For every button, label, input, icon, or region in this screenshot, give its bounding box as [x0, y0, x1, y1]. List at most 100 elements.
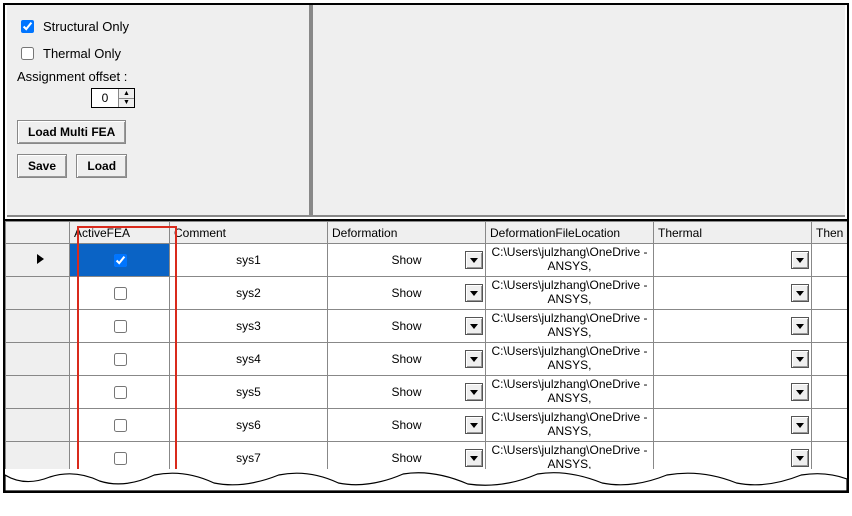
activefea-cell[interactable]	[70, 376, 170, 409]
thermal-dropdown-button[interactable]	[791, 383, 809, 401]
table-row[interactable]: sys5ShowC:\Users\julzhang\OneDrive - ANS…	[6, 376, 848, 409]
thermal-cell[interactable]	[654, 277, 812, 310]
header-deformation[interactable]: Deformation	[328, 222, 486, 244]
thermal-location-cell[interactable]	[812, 409, 848, 442]
deformation-dropdown-button[interactable]	[465, 284, 483, 302]
stepper-down-button[interactable]: ▼	[119, 99, 134, 108]
deformation-location-cell[interactable]: C:\Users\julzhang\OneDrive - ANSYS,	[486, 277, 654, 310]
thermal-cell[interactable]	[654, 244, 812, 277]
comment-cell[interactable]: sys3	[170, 310, 328, 343]
deformation-location-cell[interactable]: C:\Users\julzhang\OneDrive - ANSYS,	[486, 244, 654, 277]
fea-grid-area: ActiveFEA Comment Deformation Deformatio…	[5, 221, 847, 475]
thermal-only-row[interactable]: Thermal Only	[17, 44, 299, 63]
activefea-cell[interactable]	[70, 310, 170, 343]
thermal-dropdown-button[interactable]	[791, 251, 809, 269]
thermal-dropdown-button[interactable]	[791, 449, 809, 467]
row-header[interactable]	[6, 244, 70, 277]
table-row[interactable]: sys4 Show C:\Users\julzhang\OneDrive - ANS…	[6, 343, 848, 376]
load-button[interactable]: Load	[76, 154, 127, 178]
deformation-value: Show	[391, 418, 421, 432]
row-header[interactable]	[6, 277, 70, 310]
thermal-location-cell[interactable]	[812, 310, 848, 343]
deformation-cell[interactable]: Show	[328, 409, 486, 442]
deformation-location-cell[interactable]: C:\Users\julzhang\OneDrive - ANSYS,	[486, 409, 654, 442]
table-row[interactable]: sys6 Show C:\Users\julzhang\OneDrive - ANS…	[6, 409, 848, 442]
stepper-up-button[interactable]: ▲	[119, 89, 134, 99]
header-thermal-location[interactable]: Then	[812, 222, 848, 244]
thermal-cell[interactable]	[654, 376, 812, 409]
deformation-dropdown-button[interactable]	[465, 350, 483, 368]
deformation-dropdown-button[interactable]	[465, 416, 483, 434]
row-header[interactable]	[6, 310, 70, 343]
row-header[interactable]	[6, 343, 70, 376]
table-row[interactable]: sys1 Show C:\Users\julzhang\OneDrive - ANS…	[6, 244, 848, 277]
fea-grid[interactable]: ActiveFEA Comment Deformation Deformatio…	[5, 221, 847, 475]
header-deformation-location[interactable]: DeformationFileLocation	[486, 222, 654, 244]
deformation-cell[interactable]: Show	[328, 277, 486, 310]
table-row[interactable]: sys2 Show C:\Users\julzhang\OneDrive - ANS…	[6, 277, 848, 310]
assignment-offset-stepper[interactable]: ▲ ▼	[91, 88, 135, 108]
thermal-dropdown-button[interactable]	[791, 284, 809, 302]
header-row: ActiveFEA Comment Deformation Deformatio…	[6, 222, 848, 244]
deformation-dropdown-button[interactable]	[465, 251, 483, 269]
deformation-cell[interactable]: Show	[328, 343, 486, 376]
assignment-offset-input[interactable]	[92, 89, 118, 107]
thermal-cell[interactable]	[654, 310, 812, 343]
thermal-location-cell[interactable]	[812, 277, 848, 310]
header-activefea[interactable]: ActiveFEA	[70, 222, 170, 244]
deformation-value: Show	[391, 451, 421, 465]
deformation-dropdown-button[interactable]	[465, 317, 483, 335]
activefea-cell[interactable]	[70, 343, 170, 376]
row-header[interactable]	[6, 376, 70, 409]
deformation-dropdown-button[interactable]	[465, 383, 483, 401]
activefea-cell[interactable]	[70, 409, 170, 442]
save-button[interactable]: Save	[17, 154, 67, 178]
load-multi-fea-button[interactable]: Load Multi FEA	[17, 120, 126, 144]
activefea-checkbox[interactable]	[114, 386, 127, 399]
thermal-only-checkbox[interactable]	[21, 47, 34, 60]
current-row-indicator-icon	[37, 254, 44, 264]
options-panel: Structural Only Thermal Only Assignment …	[7, 5, 311, 217]
thermal-only-label: Thermal Only	[43, 46, 121, 61]
thermal-location-cell[interactable]	[812, 376, 848, 409]
deformation-cell[interactable]: Show	[328, 376, 486, 409]
thermal-dropdown-button[interactable]	[791, 416, 809, 434]
header-comment[interactable]: Comment	[170, 222, 328, 244]
activefea-checkbox[interactable]	[114, 353, 127, 366]
deformation-value: Show	[391, 253, 421, 267]
deformation-value: Show	[391, 352, 421, 366]
activefea-cell[interactable]	[70, 277, 170, 310]
comment-cell[interactable]: sys1	[170, 244, 328, 277]
activefea-cell[interactable]	[70, 244, 170, 277]
activefea-checkbox[interactable]	[114, 287, 127, 300]
thermal-cell[interactable]	[654, 409, 812, 442]
comment-cell[interactable]: sys4	[170, 343, 328, 376]
deformation-dropdown-button[interactable]	[465, 449, 483, 467]
deformation-location-cell[interactable]: C:\Users\julzhang\OneDrive - ANSYS,	[486, 376, 654, 409]
structural-only-label: Structural Only	[43, 19, 129, 34]
deformation-value: Show	[391, 286, 421, 300]
activefea-checkbox[interactable]	[114, 452, 127, 465]
structural-only-row[interactable]: Structural Only	[17, 17, 299, 36]
comment-cell[interactable]: sys5	[170, 376, 328, 409]
thermal-location-cell[interactable]	[812, 244, 848, 277]
thermal-cell[interactable]	[654, 343, 812, 376]
thermal-location-cell[interactable]	[812, 343, 848, 376]
deformation-location-cell[interactable]: C:\Users\julzhang\OneDrive - ANSYS,	[486, 343, 654, 376]
activefea-checkbox[interactable]	[114, 419, 127, 432]
activefea-checkbox[interactable]	[114, 320, 127, 333]
deformation-cell[interactable]: Show	[328, 244, 486, 277]
thermal-dropdown-button[interactable]	[791, 317, 809, 335]
deformation-cell[interactable]: Show	[328, 310, 486, 343]
thermal-dropdown-button[interactable]	[791, 350, 809, 368]
structural-only-checkbox[interactable]	[21, 20, 34, 33]
deformation-location-cell[interactable]: C:\Users\julzhang\OneDrive - ANSYS,	[486, 310, 654, 343]
table-row[interactable]: sys3 Show C:\Users\julzhang\OneDrive - ANS…	[6, 310, 848, 343]
header-thermal[interactable]: Thermal	[654, 222, 812, 244]
comment-cell[interactable]: sys6	[170, 409, 328, 442]
activefea-checkbox[interactable]	[114, 254, 127, 267]
deformation-value: Show	[391, 319, 421, 333]
torn-edge	[5, 469, 847, 491]
row-header[interactable]	[6, 409, 70, 442]
comment-cell[interactable]: sys2	[170, 277, 328, 310]
